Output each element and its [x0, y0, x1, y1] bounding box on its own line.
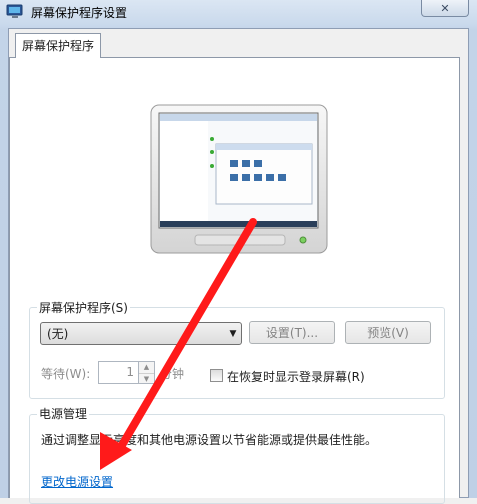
preview-button[interactable]: 预览(V): [345, 321, 431, 344]
chevron-down-icon: ▼: [229, 328, 237, 339]
screensaver-select-value: (无): [47, 327, 69, 341]
wait-minutes-input[interactable]: 1: [98, 361, 139, 384]
wait-label: 等待(W):: [41, 367, 91, 381]
resume-login-label: 在恢复时显示登录屏幕(R): [227, 370, 365, 384]
settings-button[interactable]: 设置(T)...: [249, 321, 335, 344]
wait-minutes-stepper[interactable]: ▲ ▼: [139, 361, 155, 384]
chevron-up-icon[interactable]: ▲: [139, 362, 154, 374]
chevron-down-icon[interactable]: ▼: [139, 374, 154, 385]
change-power-settings-link[interactable]: 更改电源设置: [41, 473, 113, 490]
power-description: 通过调整显示亮度和其他电源设置以节省能源或提供最佳性能。: [41, 433, 378, 447]
power-group-label: 电源管理: [37, 405, 90, 422]
close-icon: ✕: [440, 1, 450, 15]
window-title: 屏幕保护程序设置: [31, 6, 128, 20]
display-settings-icon: [6, 4, 24, 20]
resume-login-checkbox[interactable]: [210, 369, 223, 382]
minutes-label: 分钟: [160, 367, 185, 381]
screensaver-group-label: 屏幕保护程序(S): [37, 299, 130, 316]
tab-screensaver[interactable]: 屏幕保护程序: [15, 33, 102, 58]
close-button[interactable]: ✕: [421, 0, 469, 17]
screensaver-select[interactable]: (无) ▼: [40, 322, 242, 345]
monitor-preview: [150, 104, 328, 254]
power-group: [29, 414, 445, 504]
